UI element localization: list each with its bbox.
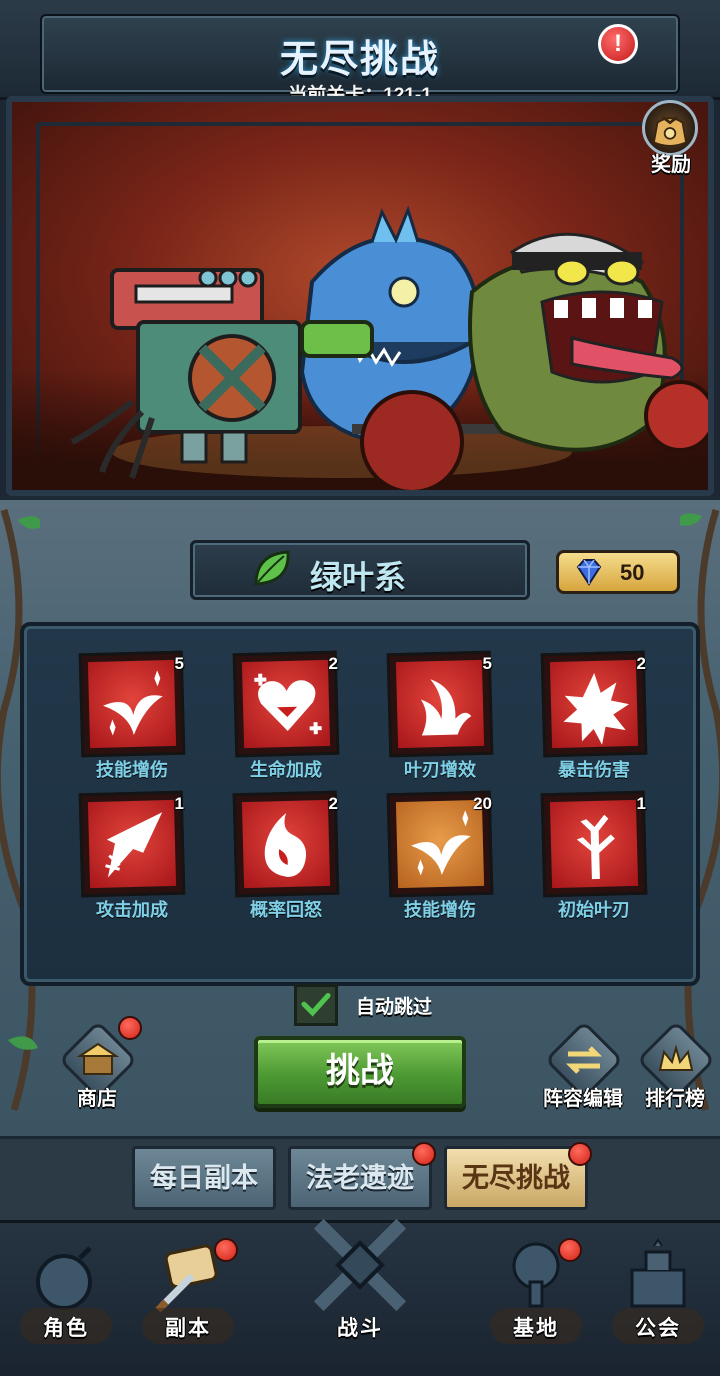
faction-name: 绿叶系	[310, 559, 407, 595]
vine-blade-icon	[420, 679, 472, 736]
skill-name: 技能增伤	[404, 900, 476, 920]
nav-item-battle[interactable]: 战斗	[300, 1218, 420, 1360]
shop-label: 商店	[77, 1088, 117, 1110]
tree-icon	[576, 814, 615, 880]
skill-name: 概率回怒	[250, 900, 322, 920]
crown-icon	[658, 1044, 694, 1071]
skill-name: 叶刃增效	[404, 760, 476, 780]
skill-count: 20	[473, 794, 492, 813]
nav-label: 角色	[43, 1317, 89, 1340]
skill-name: 技能增伤	[96, 760, 168, 780]
crossed-swords-icon	[313, 1218, 407, 1312]
gem-count: 50	[620, 560, 645, 585]
skill-name: 初始叶刃	[558, 900, 630, 920]
skill-name: 生命加成	[250, 760, 322, 780]
tab-pharaoh-ruins[interactable]: 法老遗迹	[288, 1146, 432, 1210]
alert-icon[interactable]: !	[598, 24, 638, 64]
skill-count: 1	[636, 794, 646, 813]
leaf-sparkle-icon	[103, 670, 163, 736]
reward-label: 奖励	[651, 154, 691, 176]
diamond-icon	[576, 559, 602, 586]
auto-skip-label: 自动跳过	[356, 997, 433, 1018]
skill-count: 1	[174, 794, 184, 813]
nav-label: 基地	[513, 1317, 559, 1340]
skill-card[interactable]: 20 技能增伤	[386, 790, 498, 922]
tab-endless-challenge[interactable]: 无尽挑战	[444, 1146, 588, 1210]
skill-name: 攻击加成	[96, 900, 168, 920]
skill-tile	[540, 790, 648, 898]
skill-tile	[540, 650, 648, 758]
challenge-button[interactable]: 挑战	[254, 1036, 466, 1108]
auto-skip-checkbox[interactable]	[294, 984, 338, 1026]
zombie-brute-enemy-icon	[468, 232, 708, 452]
skill-count: 2	[328, 794, 338, 813]
notification-dot	[214, 1238, 238, 1262]
skill-card[interactable]: 2 生命加成	[232, 650, 344, 782]
nav-item-guild[interactable]: 公会	[598, 1230, 718, 1360]
skill-tile	[232, 790, 340, 898]
arrowhead-icon	[105, 812, 163, 878]
enemy-group-illustration	[70, 205, 708, 490]
skill-count: 2	[636, 654, 646, 673]
skill-tile	[78, 790, 186, 898]
skill-card[interactable]: 1 初始叶刃	[540, 790, 652, 922]
skill-name: 暴击伤害	[558, 760, 630, 780]
nav-label: 公会	[635, 1317, 681, 1340]
bomb-icon	[36, 1246, 92, 1310]
swap-arrows-icon	[565, 1046, 603, 1074]
notification-dot	[412, 1142, 436, 1166]
skill-card[interactable]: 2 暴击伤害	[540, 650, 652, 782]
ranking-button[interactable]: 排行榜	[636, 1020, 716, 1110]
skill-card[interactable]: 5 叶刃增效	[386, 650, 498, 782]
flame-swirl-icon	[264, 812, 307, 877]
skill-card[interactable]: 2 概率回怒	[232, 790, 344, 922]
burst-icon	[563, 672, 630, 745]
shop-stall-icon	[76, 1042, 120, 1075]
notification-dot	[118, 1016, 142, 1040]
nav-item-dungeon[interactable]: 副本	[128, 1230, 248, 1360]
leaf-icon	[254, 550, 290, 586]
reward-button[interactable]: 奖励	[636, 100, 706, 180]
shop-button[interactable]: 商店	[58, 1016, 142, 1110]
lineup-edit-button[interactable]: 阵容编辑	[543, 1020, 624, 1110]
battle-stage	[6, 96, 714, 496]
skill-count: 5	[482, 654, 492, 673]
nav-label: 战斗	[337, 1317, 383, 1340]
nav-item-base[interactable]: 基地	[476, 1230, 596, 1360]
nav-label: 副本	[165, 1317, 211, 1340]
skill-tile	[78, 650, 186, 758]
auto-skip-toggle[interactable]: 自动跳过	[294, 984, 494, 1026]
tab-daily-dungeon[interactable]: 每日副本	[132, 1146, 276, 1210]
skill-tile	[386, 650, 494, 758]
notification-dot	[568, 1142, 592, 1166]
nav-item-character[interactable]: 角色	[6, 1230, 126, 1360]
castle-icon	[630, 1238, 686, 1308]
skill-card[interactable]: 1 攻击加成	[78, 790, 190, 922]
heart-plus-icon	[254, 673, 322, 735]
skill-count: 5	[174, 654, 184, 673]
ranking-label: 排行榜	[645, 1088, 705, 1110]
checkmark-icon	[301, 993, 331, 1017]
skill-tile	[232, 650, 340, 758]
leaf-sparkle-icon	[411, 810, 471, 876]
notification-dot	[558, 1238, 582, 1262]
skill-card[interactable]: 5 技能增伤	[78, 650, 190, 782]
skill-count: 2	[328, 654, 338, 673]
